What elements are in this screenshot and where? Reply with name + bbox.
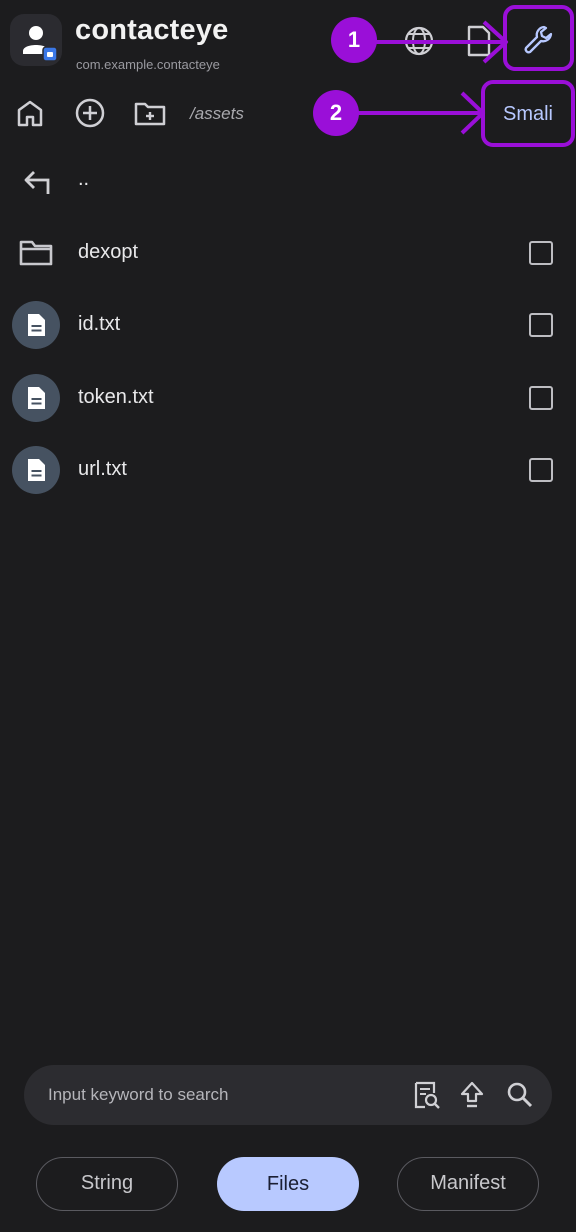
- search-input[interactable]: [48, 1081, 408, 1109]
- select-checkbox[interactable]: [529, 313, 553, 337]
- document-search-icon: [414, 1081, 440, 1109]
- shift-up-icon: [460, 1081, 484, 1108]
- parent-directory-label: ..: [78, 168, 90, 190]
- select-checkbox[interactable]: [529, 241, 553, 265]
- step-badge-1: 1: [331, 17, 377, 63]
- file-name: id.txt: [78, 313, 121, 335]
- list-item[interactable]: token.txt: [0, 362, 576, 434]
- list-item[interactable]: url.txt: [0, 434, 576, 506]
- search-bar: [24, 1065, 552, 1125]
- search-button[interactable]: [504, 1079, 536, 1111]
- text-file-icon: [12, 446, 60, 494]
- file-name: token.txt: [78, 386, 154, 408]
- select-checkbox[interactable]: [529, 386, 553, 410]
- tab-string[interactable]: String: [36, 1157, 178, 1211]
- highlight-box-smali: [481, 80, 575, 147]
- select-checkbox[interactable]: [529, 458, 553, 482]
- list-item[interactable]: dexopt: [0, 217, 576, 289]
- folder-icon: [12, 229, 60, 277]
- parent-directory-row[interactable]: ..: [0, 144, 576, 216]
- tab-files[interactable]: Files: [217, 1157, 359, 1211]
- text-file-icon: [12, 301, 60, 349]
- search-icon: [507, 1082, 533, 1108]
- file-name: dexopt: [78, 241, 139, 263]
- back-arrow-icon: [12, 156, 60, 204]
- highlight-box-tools: [503, 5, 574, 71]
- search-in-files-button[interactable]: [410, 1079, 442, 1111]
- text-file-icon: [12, 374, 60, 422]
- list-item[interactable]: id.txt: [0, 289, 576, 361]
- case-sensitive-button[interactable]: [456, 1079, 488, 1111]
- step-badge-2: 2: [313, 90, 359, 136]
- file-name: url.txt: [78, 458, 127, 480]
- tab-manifest[interactable]: Manifest: [397, 1157, 539, 1211]
